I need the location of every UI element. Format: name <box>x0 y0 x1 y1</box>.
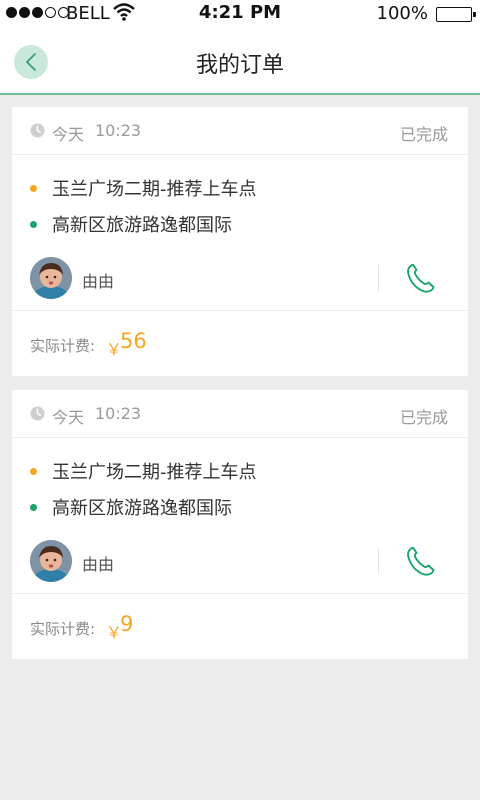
nav-bar: 我的订单 <box>0 28 480 95</box>
order-day: 今天 <box>52 408 85 427</box>
status-bar: BELL 4:21 PM 100% <box>0 0 480 28</box>
order-status: 已完成 <box>399 125 448 144</box>
end-dot-icon <box>30 503 37 511</box>
end-location-text: 高新区旅游路逸都国际 <box>52 498 232 519</box>
fee-amount: 9 <box>120 612 134 636</box>
driver-name: 由由 <box>82 555 115 574</box>
order-time: 10:23 <box>95 404 142 423</box>
fee-label: 实际计费: <box>30 337 96 355</box>
order-header: 今天 10:23 已完成 <box>12 390 468 438</box>
fee-row: 实际计费: ￥ 56 <box>12 310 468 376</box>
order-header: 今天 10:23 已完成 <box>12 107 468 155</box>
clock-icon <box>30 406 45 425</box>
clock-icon <box>30 123 45 142</box>
end-location-text: 高新区旅游路逸都国际 <box>52 215 232 236</box>
page-title: 我的订单 <box>195 53 284 78</box>
end-location: 高新区旅游路逸都国际 <box>30 494 232 520</box>
divider <box>378 265 379 291</box>
call-button[interactable] <box>404 544 438 578</box>
order-card[interactable]: 今天 10:23 已完成 玉兰广场二期-推荐上车点 高新区旅游路逸都国际 由由 … <box>12 107 468 376</box>
fee-amount: 56 <box>120 329 147 353</box>
end-location: 高新区旅游路逸都国际 <box>30 211 232 237</box>
start-dot-icon <box>30 184 37 192</box>
driver-name: 由由 <box>82 272 115 291</box>
end-dot-icon <box>30 220 37 228</box>
avatar <box>30 540 72 582</box>
start-location: 玉兰广场二期-推荐上车点 <box>30 458 257 484</box>
divider <box>378 548 379 574</box>
fee-row: 实际计费: ￥ 9 <box>12 593 468 659</box>
avatar <box>30 257 72 299</box>
order-time: 10:23 <box>95 121 142 140</box>
fee-label: 实际计费: <box>30 620 96 638</box>
order-status: 已完成 <box>399 408 448 427</box>
start-location: 玉兰广场二期-推荐上车点 <box>30 175 257 201</box>
call-button[interactable] <box>404 261 438 295</box>
start-location-text: 玉兰广场二期-推荐上车点 <box>52 462 257 483</box>
battery-percent: 100% <box>376 3 428 24</box>
phone-icon <box>407 263 435 293</box>
order-day: 今天 <box>52 125 85 144</box>
battery-icon <box>436 7 476 22</box>
start-location-text: 玉兰广场二期-推荐上车点 <box>52 179 257 200</box>
phone-icon <box>407 546 435 576</box>
start-dot-icon <box>30 467 37 475</box>
order-card[interactable]: 今天 10:23 已完成 玉兰广场二期-推荐上车点 高新区旅游路逸都国际 由由 … <box>12 390 468 659</box>
